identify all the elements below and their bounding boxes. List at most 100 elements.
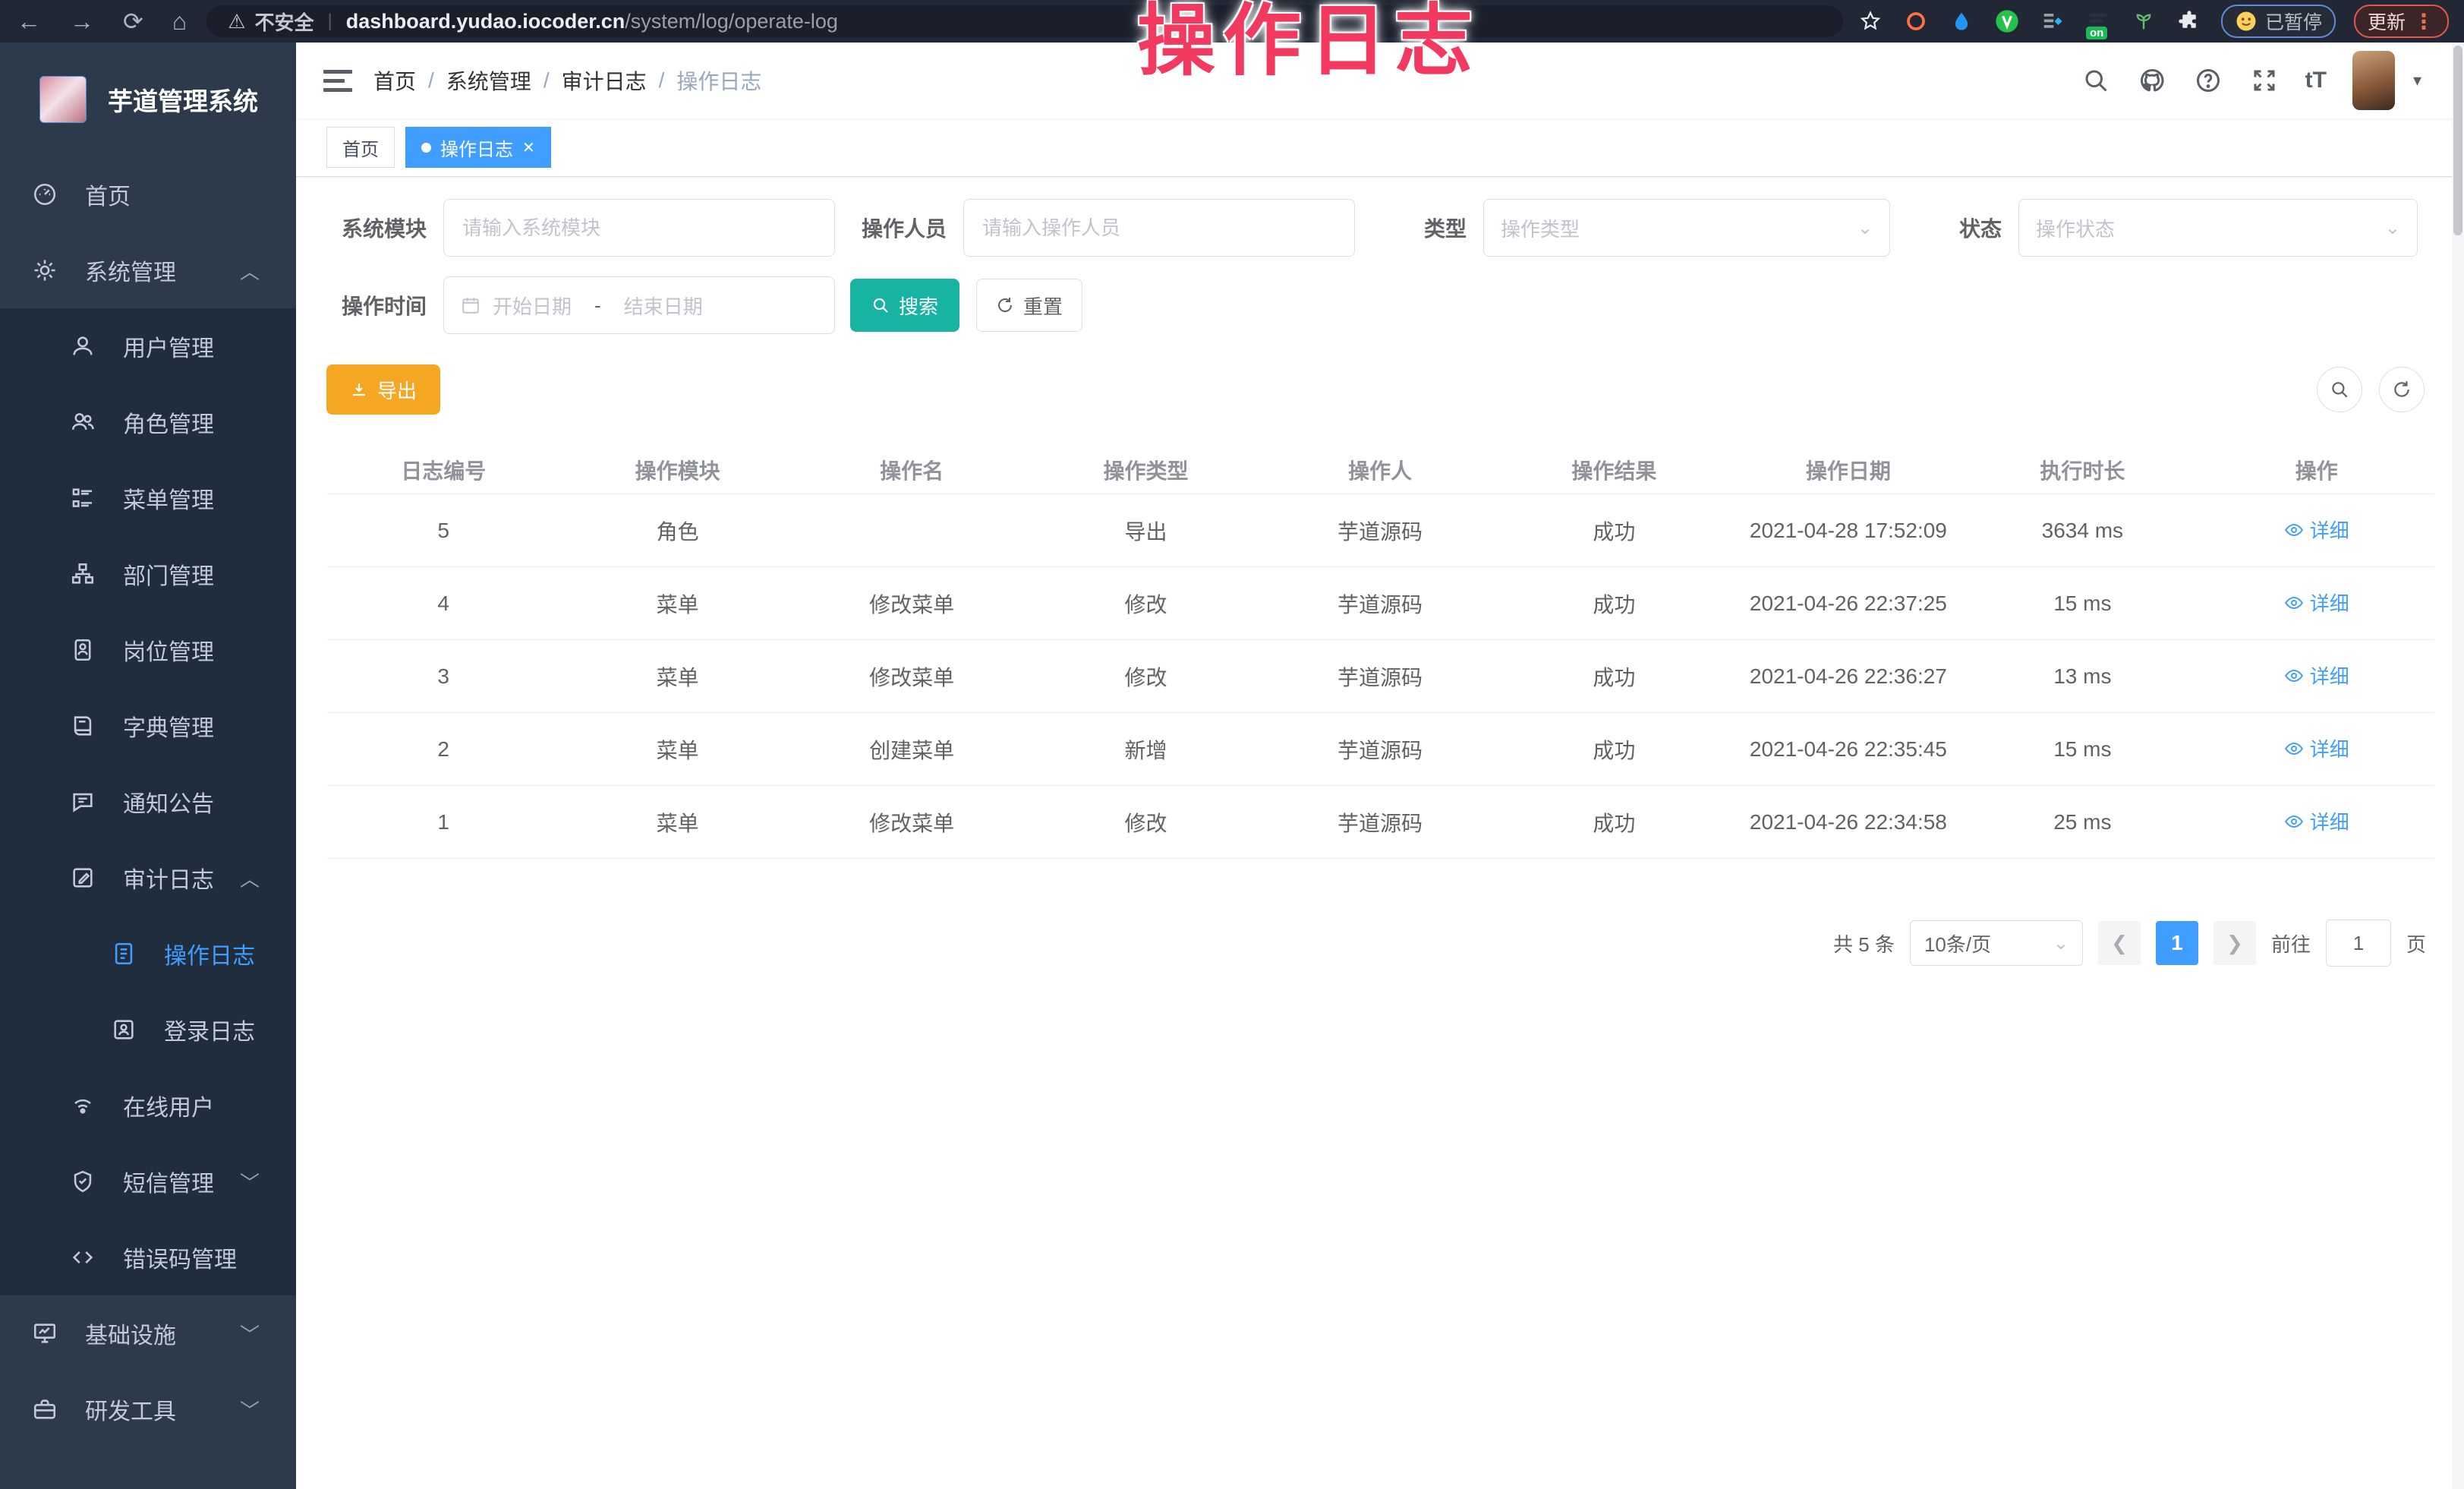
browser-forward-icon[interactable]: → [70,9,94,33]
detail-link[interactable]: 详细 [2284,661,2349,689]
extension-sprout-icon[interactable] [2130,8,2157,35]
sidebar-item-audit-log[interactable]: 审计日志 ︿ [0,840,296,916]
edit-square-icon [70,865,96,891]
help-icon[interactable] [2193,65,2223,96]
reset-button[interactable]: 重置 [976,279,1082,332]
address-bar[interactable]: ⚠ 不安全 | dashboard.yudao.iocoder.cn /syst… [206,5,1843,37]
sidebar: 芋道管理系统 首页 系统管理 ︿ 用户管理 角色管理 菜单管理 部门管理 岗位管… [0,43,296,1489]
browser-back-icon[interactable]: ← [17,9,41,33]
table-header-row: 日志编号 操作模块 操作名 操作类型 操作人 操作结果 操作日期 执行时长 操作 [326,446,2434,494]
status-select[interactable]: 操作状态 ⌄ [2018,199,2418,257]
caret-down-icon[interactable]: ▾ [2413,71,2421,90]
message-icon [70,789,96,815]
page-unit: 页 [2406,929,2426,957]
table-row: 4 菜单 修改菜单 修改 芋道源码 成功 2021-04-26 22:37:25… [326,567,2434,640]
pagination: 共 5 条 10条/页 ⌄ ❮ 1 ❯ 前往 页 [326,920,2434,967]
detail-link[interactable]: 详细 [2284,734,2349,762]
book-icon [70,713,96,739]
font-size-icon[interactable]: tT [2305,68,2327,93]
sidebar-item-dept-mgmt[interactable]: 部门管理 [0,536,296,612]
fullscreen-icon[interactable] [2249,65,2280,96]
current-page[interactable]: 1 [2156,921,2198,965]
sidebar-item-post-mgmt[interactable]: 岗位管理 [0,612,296,688]
detail-link[interactable]: 详细 [2284,516,2349,544]
refresh-icon [2392,380,2412,399]
sidebar-item-role-mgmt[interactable]: 角色管理 [0,384,296,460]
sidebar-item-login-log[interactable]: 登录日志 [0,992,296,1068]
sidebar-item-dict-mgmt[interactable]: 字典管理 [0,688,296,764]
goto-page-input[interactable] [2326,920,2391,967]
tag-home[interactable]: 首页 [326,127,395,168]
table-row: 1 菜单 修改菜单 修改 芋道源码 成功 2021-04-26 22:34:58… [326,786,2434,859]
extension-drop-icon[interactable] [1948,8,1975,35]
search-button[interactable]: 搜索 [850,279,959,332]
sidebar-item-menu-mgmt[interactable]: 菜单管理 [0,460,296,536]
login-log-icon [111,1017,137,1043]
breadcrumb-home[interactable]: 首页 [373,65,416,96]
calendar-icon [461,295,481,315]
profile-paused-badge[interactable]: 已暂停 [2221,5,2336,38]
scrollbar-thumb[interactable] [2453,46,2462,235]
active-dot [421,143,431,153]
breadcrumb-audit[interactable]: 审计日志 [562,65,647,96]
sidebar-item-notice-mgmt[interactable]: 通知公告 [0,764,296,840]
type-select[interactable]: 操作类型 ⌄ [1483,199,1890,257]
prev-page-button[interactable]: ❮ [2098,921,2141,965]
table-row: 2 菜单 创建菜单 新增 芋道源码 成功 2021-04-26 22:35:45… [326,713,2434,786]
not-secure-label: 不安全 [254,8,314,36]
detail-link[interactable]: 详细 [2284,588,2349,617]
date-range-picker[interactable]: 开始日期 - 结束日期 [443,276,835,334]
app-logo-row[interactable]: 芋道管理系统 [0,43,296,156]
browser-update-button[interactable]: 更新 ⋮ [2354,5,2449,38]
github-icon[interactable] [2137,65,2167,96]
module-input[interactable] [461,216,818,241]
document-icon [111,941,137,967]
export-button[interactable]: 导出 [326,364,440,415]
table-row: 5 角色 导出 芋道源码 成功 2021-04-28 17:52:09 3634… [326,494,2434,567]
operator-input[interactable] [981,216,1338,241]
page-size-select[interactable]: 10条/页 ⌄ [1910,920,2083,966]
extension-green-v-icon[interactable] [1993,8,2021,35]
total-count: 共 5 条 [1833,929,1895,957]
id-card-icon [70,637,96,663]
user-avatar[interactable] [2352,51,2395,110]
detail-link[interactable]: 详细 [2284,807,2349,835]
sidebar-item-errcode-mgmt[interactable]: 错误码管理 [0,1219,296,1295]
status-label: 状态 [1947,213,2002,243]
breadcrumb-current: 操作日志 [676,65,761,96]
extension-tags-icon[interactable] [2039,8,2066,35]
annotation-title: 操作日志 [1137,0,1480,82]
sidebar-item-online-users[interactable]: 在线用户 [0,1068,296,1144]
breadcrumb-system[interactable]: 系统管理 [446,65,531,96]
sidebar-item-home[interactable]: 首页 [0,156,296,232]
chevron-down-icon: ﹀ [240,1320,260,1348]
toggle-search-button[interactable] [2317,367,2362,412]
close-icon[interactable]: ✕ [522,138,535,157]
tags-view: 首页 操作日志 ✕ [296,118,2464,177]
search-icon[interactable] [2081,65,2111,96]
sidebar-item-user-mgmt[interactable]: 用户管理 [0,308,296,384]
extension-ring-icon[interactable] [1902,8,1930,35]
browser-menu-icon[interactable]: ⋮ [2413,9,2435,34]
browser-reload-icon[interactable]: ⟳ [123,9,143,33]
chevron-down-icon: ⌄ [2053,932,2069,954]
operate-log-table: 日志编号 操作模块 操作名 操作类型 操作人 操作结果 操作日期 执行时长 操作… [326,446,2434,859]
sidebar-item-operate-log[interactable]: 操作日志 [0,916,296,992]
next-page-button[interactable]: ❯ [2214,921,2256,965]
sidebar-item-dev-tools[interactable]: 研发工具 ﹀ [0,1371,296,1447]
chevron-up-icon: ︿ [240,257,260,285]
browser-home-icon[interactable]: ⌂ [172,9,187,33]
sidebar-item-system-mgmt[interactable]: 系统管理 ︿ [0,232,296,308]
monitor-icon [32,1320,58,1346]
chevron-down-icon: ⌄ [1857,217,1873,239]
tag-operate-log[interactable]: 操作日志 ✕ [405,127,551,168]
briefcase-icon [32,1396,58,1422]
sidebar-item-infrastructure[interactable]: 基础设施 ﹀ [0,1295,296,1371]
operator-input-wrap [963,199,1355,257]
hamburger-icon[interactable] [323,70,352,92]
extensions-puzzle-icon[interactable] [2176,8,2203,35]
refresh-table-button[interactable] [2379,367,2425,412]
sidebar-item-sms-mgmt[interactable]: 短信管理 ﹀ [0,1144,296,1219]
extension-on-badge-icon[interactable]: on [2084,8,2112,35]
bookmark-star-icon[interactable] [1857,8,1884,35]
